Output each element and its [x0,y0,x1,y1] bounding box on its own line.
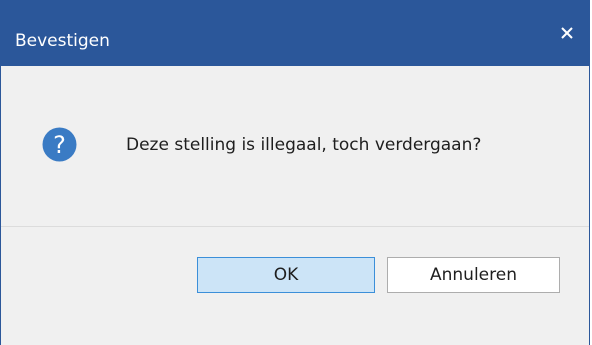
confirm-dialog: Bevestigen ? Deze stelling is illegaal, … [0,0,590,345]
ok-button[interactable]: OK [197,257,375,293]
svg-text:?: ? [53,131,66,159]
question-icon: ? [42,127,77,162]
dialog-footer: OK Annuleren [1,227,589,345]
close-button[interactable] [551,18,583,48]
cancel-button[interactable]: Annuleren [387,257,560,293]
dialog-title: Bevestigen [15,31,110,51]
title-bar[interactable]: Bevestigen [1,0,589,66]
dialog-content: ? Deze stelling is illegaal, toch verder… [1,66,589,224]
dialog-message: Deze stelling is illegaal, toch verderga… [126,135,482,155]
close-icon [560,26,574,40]
